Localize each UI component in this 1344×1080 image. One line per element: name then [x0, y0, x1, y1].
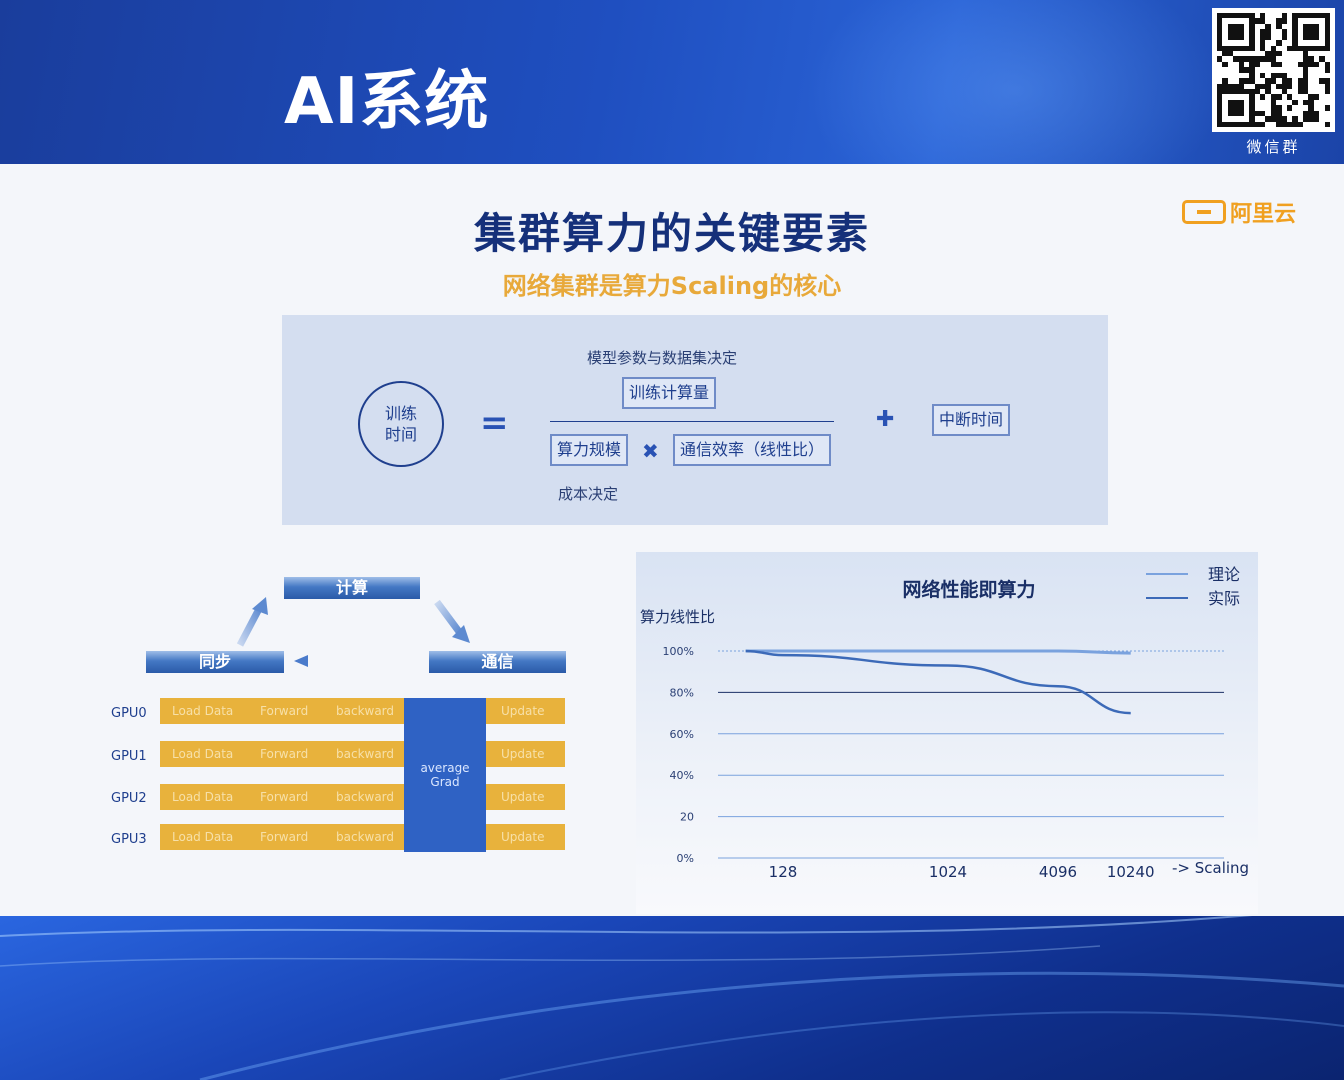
gpu-label: GPU3 — [111, 832, 147, 847]
gpu-stage-cell: Load Data — [172, 790, 234, 804]
arrow-left-icon — [294, 655, 412, 667]
training-time-circle: 训练 时间 — [358, 381, 444, 467]
plus-icon: ✚ — [876, 407, 895, 432]
legend-label: 实际 — [1208, 589, 1240, 608]
brand-logo: 阿里云 — [1182, 196, 1296, 228]
gpu-row: Load Data Forward backward Update — [160, 741, 565, 767]
grad-label: Grad — [430, 775, 460, 789]
formula-bottom-note: 成本决定 — [558, 485, 619, 503]
x-axis-label: -> Scaling — [1172, 859, 1249, 877]
gpu-stage-cell: Load Data — [172, 704, 234, 718]
gpu-stage-cell: Load Data — [172, 747, 234, 761]
gpu-stage-cell: backward — [336, 747, 395, 761]
qr-code-image[interactable] — [1212, 8, 1335, 132]
footer-light-streaks — [0, 916, 1344, 1080]
gpu-stage-cell: backward — [336, 830, 395, 844]
y-tick-label: 100% — [663, 645, 694, 658]
gpu-row: Load Data Forward backward Update — [160, 824, 565, 850]
arrow-up-icon — [236, 597, 268, 647]
legend-label: 理论 — [1208, 565, 1240, 584]
series-line-theory — [745, 649, 1131, 655]
scale-box: 算力规模 — [550, 434, 629, 466]
chart-title: 网络性能即算力 — [902, 578, 1035, 601]
x-tick-label: 128 — [769, 863, 798, 881]
slide-subtitle: 网络集群是算力Scaling的核心 — [502, 272, 842, 300]
gpu-stage-cell: Forward — [260, 790, 309, 804]
gpu-stage-cell: backward — [336, 704, 395, 718]
series-line-actual — [745, 649, 1131, 715]
x-tick-label: 4096 — [1039, 863, 1077, 881]
arrow-down-icon — [434, 599, 470, 643]
efficiency-box: 通信效率（线性比） — [673, 434, 832, 466]
gpu-update-cell: Update — [501, 747, 545, 761]
gpu-update-cell: Update — [501, 704, 545, 718]
equals-sign: = — [480, 403, 509, 443]
multiply-icon: ✖ — [642, 439, 659, 463]
gpu-label: GPU2 — [111, 791, 147, 806]
gpu-stage-cell: Forward — [260, 747, 309, 761]
gpu-label: GPU0 — [111, 706, 147, 721]
qr-caption: 微信群 — [1246, 138, 1301, 156]
gpu-label: GPU1 — [111, 749, 147, 764]
footer-band — [0, 916, 1344, 1080]
average-label: average — [420, 761, 470, 775]
brand-name: 阿里云 — [1230, 202, 1297, 227]
header-glow — [804, 0, 1224, 164]
gpu-update-cell: Update — [501, 790, 545, 804]
y-tick-label: 0% — [677, 852, 694, 865]
fraction-line — [550, 421, 834, 422]
x-tick-label: 10240 — [1107, 863, 1155, 881]
gpu-stage-cell: Forward — [260, 704, 309, 718]
x-tick-label: 1024 — [929, 863, 967, 881]
gpu-row: Load Data Forward backward Update — [160, 784, 565, 810]
y-tick-label: 20 — [680, 811, 694, 824]
gpu-update-cell: Update — [501, 830, 545, 844]
header-band — [0, 0, 1344, 164]
gpu-stage-cell: backward — [336, 790, 395, 804]
gpu-stage-cell: Forward — [260, 830, 309, 844]
cycle-arrows — [236, 597, 470, 667]
formula-panel: 训练 时间 = 模型参数与数据集决定 训练计算量 算力规模 ✖ 通信效率（线性比… — [282, 315, 1108, 525]
slide-title: 集群算力的关键要素 — [473, 209, 870, 258]
average-grad-block: average Grad — [404, 698, 486, 852]
aliyun-logo-icon — [1182, 200, 1226, 224]
y-axis-label: 算力线性比 — [640, 608, 715, 626]
y-tick-label: 40% — [670, 769, 694, 782]
gpu-stage-cell: Load Data — [172, 830, 234, 844]
page-title: AI系统 — [284, 65, 490, 139]
y-tick-label: 60% — [670, 728, 694, 741]
formula-top-note: 模型参数与数据集决定 — [587, 349, 738, 367]
scaling-chart: 网络性能即算力算力线性比 0% 20 40% 60% 80% 100% 128 1024 4096… — [640, 565, 1249, 881]
gpu-row: Load Data Forward backward Update — [160, 698, 565, 724]
interrupt-box: 中断时间 — [932, 404, 1011, 436]
numerator-box: 训练计算量 — [622, 377, 717, 409]
y-tick-label: 80% — [670, 686, 694, 699]
